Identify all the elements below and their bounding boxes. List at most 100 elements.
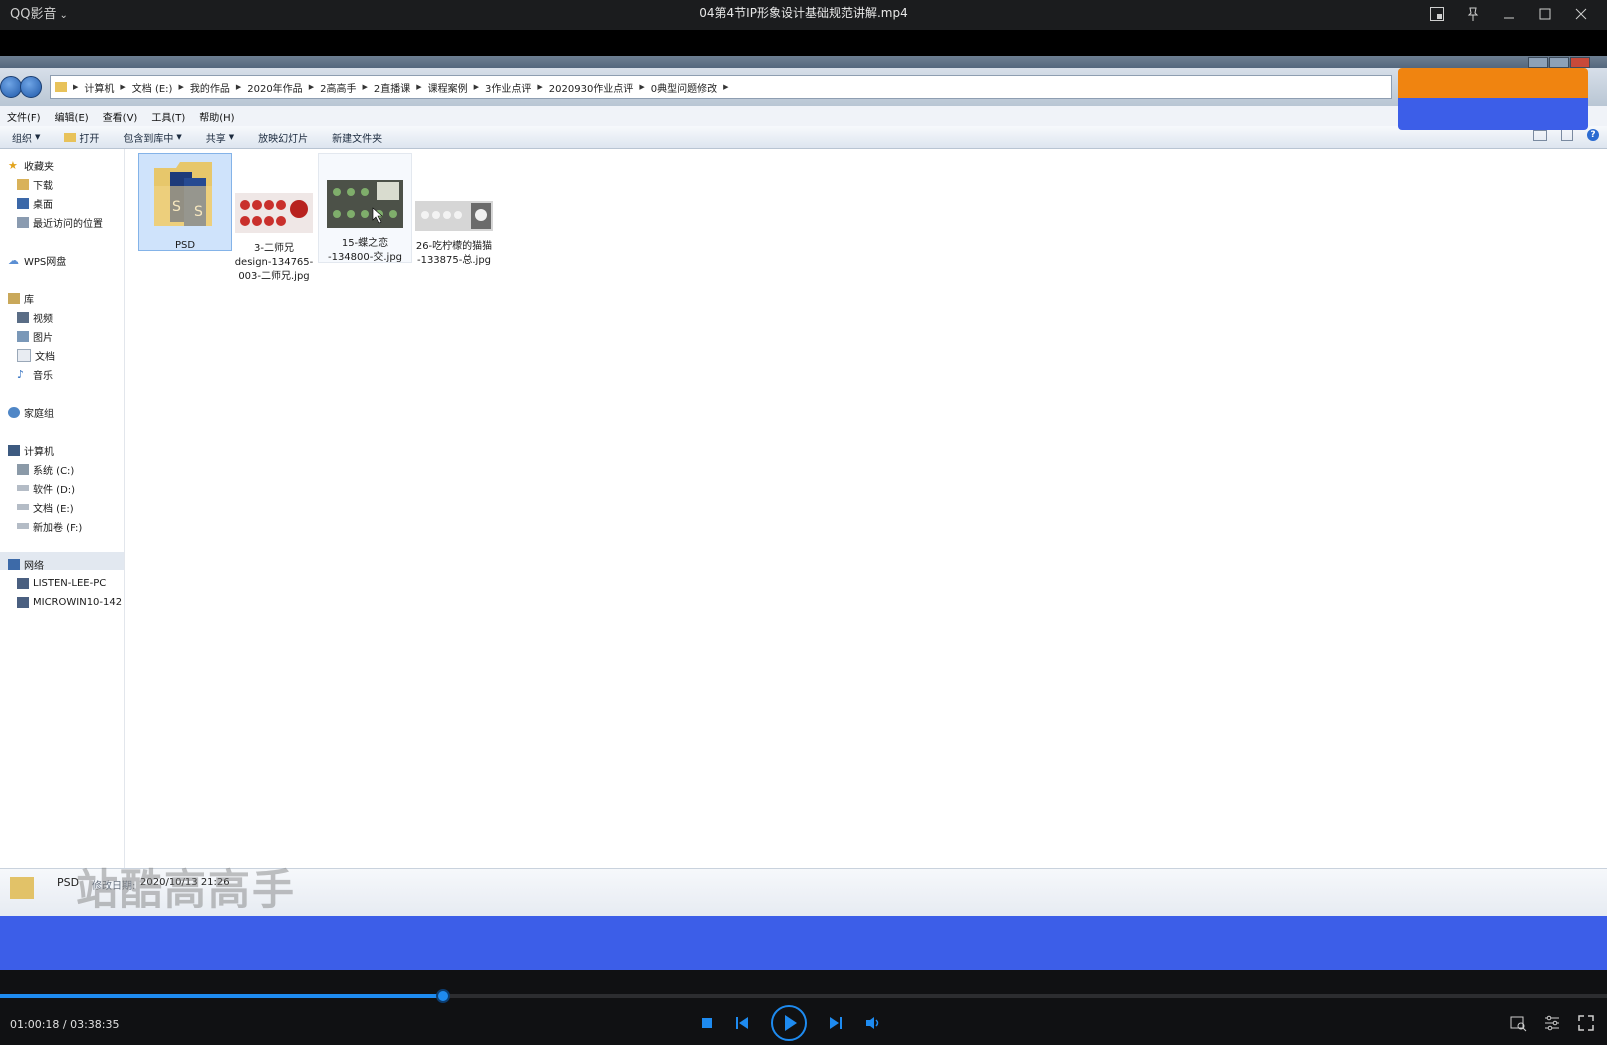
new-folder-button: 新建文件夹 xyxy=(320,130,394,145)
include-in-library-button: 包含到库中 ▼ xyxy=(111,130,193,145)
letterbox-top xyxy=(0,30,1607,56)
library-icon xyxy=(8,292,20,304)
stop-icon xyxy=(702,1018,712,1028)
overlay-blue-block xyxy=(1398,98,1588,130)
menu-help: 帮助(H) xyxy=(199,112,235,124)
dropdown-arrow-icon: ▼ xyxy=(176,133,182,141)
nav-pc-listen: LISTEN-LEE-PC xyxy=(17,575,106,591)
downloads-folder-icon xyxy=(17,178,29,190)
nav-drive-d: 软件 (D:) xyxy=(17,480,75,496)
breadcrumb-item: 课程案例 xyxy=(427,83,468,95)
breadcrumb-item: 3作业点评 xyxy=(485,83,532,95)
next-icon xyxy=(830,1017,842,1029)
volume-button[interactable] xyxy=(864,1015,882,1031)
network-computer-icon xyxy=(17,596,29,608)
explorer-menubar: 文件(F) 编辑(E) 查看(V) 工具(T) 帮助(H) xyxy=(0,106,1607,126)
settings-icon xyxy=(1545,1015,1559,1031)
nav-label: 家庭组 xyxy=(24,408,54,420)
nav-label: LISTEN-LEE-PC xyxy=(33,577,107,589)
dropdown-arrow-icon: ▼ xyxy=(228,133,235,141)
nav-pictures: 图片 xyxy=(17,328,53,344)
organize-label: 组织 xyxy=(12,133,32,145)
nav-label: 视频 xyxy=(33,313,53,325)
seek-handle[interactable] xyxy=(435,989,450,1003)
breadcrumb-item: 2高高手 xyxy=(320,83,357,95)
nav-label: WPS网盘 xyxy=(24,256,67,268)
share-label: 共享 xyxy=(205,133,226,145)
pin-icon xyxy=(1467,7,1479,21)
screenshot-icon xyxy=(1510,1016,1527,1032)
breadcrumb-item: 0典型问题修改 xyxy=(650,83,718,95)
file-item-jpg: 3-二师兄 design-134765- 003-二师兄.jpg xyxy=(228,193,320,284)
nav-drive-e: 文档 (E:) xyxy=(17,499,74,515)
open-button: 打开 xyxy=(52,130,111,145)
nav-drive-c: 系统 (C:) xyxy=(17,461,74,477)
organize-button: 组织 ▼ xyxy=(0,130,52,145)
breadcrumb-item: 2020年作品 xyxy=(247,83,303,95)
folder-icon xyxy=(55,82,67,92)
player-titlebar: QQ影音 ⌄ 04第4节IP形象设计基础规范讲解.mp4 xyxy=(0,0,1607,30)
seek-bar[interactable] xyxy=(0,989,1607,1003)
breadcrumb-item: 我的作品 xyxy=(189,83,230,95)
nav-recent: 最近访问的位置 xyxy=(17,214,103,230)
mini-mode-icon xyxy=(1430,7,1444,21)
fullscreen-icon xyxy=(1578,1015,1594,1031)
help-icon: ? xyxy=(1587,129,1599,141)
close-button[interactable] xyxy=(1563,2,1599,26)
nav-network: 网络 xyxy=(8,556,44,572)
play-button[interactable] xyxy=(770,1004,808,1042)
nav-label: 文档 xyxy=(35,351,55,363)
dropdown-arrow-icon: ▼ xyxy=(35,133,41,141)
fullscreen-button[interactable] xyxy=(1577,1014,1595,1032)
star-icon: ★ xyxy=(8,158,18,172)
menu-edit: 编辑(E) xyxy=(54,112,89,124)
maximize-icon xyxy=(1539,8,1551,20)
address-bar: ▶ 计算机 ▶ 文档 (E:) ▶ 我的作品 ▶ 2020年作品 ▶ 2高高手 ▶ 2直播… xyxy=(50,75,1392,99)
psd-folder-small-icon xyxy=(10,877,34,899)
nav-homegroup: 家庭组 xyxy=(8,404,54,420)
menu-tools: 工具(T) xyxy=(151,112,186,124)
breadcrumb-item: 计算机 xyxy=(84,83,115,95)
cloud-icon: ☁ xyxy=(8,253,19,267)
view-options-icon xyxy=(1533,129,1547,141)
drive-icon xyxy=(17,485,29,491)
next-button[interactable] xyxy=(828,1015,844,1031)
image-thumbnail xyxy=(415,201,493,231)
player-controls: 01:00:18 / 03:38:35 xyxy=(0,970,1607,1045)
overlay-blue-band xyxy=(0,916,1607,970)
share-button: 共享 ▼ xyxy=(194,130,246,145)
mini-mode-button[interactable] xyxy=(1419,2,1455,26)
nav-documents: 文档 xyxy=(17,347,55,363)
file-item-jpg: 26-吃柠檬的猫猫 -133875-总.jpg xyxy=(408,201,500,268)
minimize-button[interactable] xyxy=(1491,2,1527,26)
computer-icon xyxy=(8,444,20,456)
maximize-button[interactable] xyxy=(1527,2,1563,26)
explorer-toolbar: 组织 ▼ 打开 包含到库中 ▼ 共享 ▼ 放映幻灯片 新建文件夹 ? xyxy=(0,126,1607,149)
psd-folder-icon: S S xyxy=(154,162,212,226)
nav-label: 网络 xyxy=(24,560,44,572)
drive-icon xyxy=(17,523,29,529)
nav-label: 计算机 xyxy=(24,446,54,458)
previous-button[interactable] xyxy=(734,1015,750,1031)
file-item-psd-folder: S S PSD xyxy=(138,153,232,251)
breadcrumb-item: 2直播课 xyxy=(373,83,411,95)
nav-label: 收藏夹 xyxy=(24,161,54,173)
file-name-line: 003-二师兄.jpg xyxy=(238,271,310,282)
nav-label: 新加卷 (F:) xyxy=(33,522,83,534)
stop-button[interactable] xyxy=(700,1016,714,1030)
nav-libraries: 库 xyxy=(8,290,34,306)
breadcrumb-item: 文档 (E:) xyxy=(131,83,173,95)
explorer-file-area: S S PSD 3-二师兄 design-134765- 003-二师兄.jpg xyxy=(125,149,1607,869)
explorer-window-frame xyxy=(0,56,1607,68)
explorer-address-row: ▶ 计算机 ▶ 文档 (E:) ▶ 我的作品 ▶ 2020年作品 ▶ 2高高手 ▶ 2直播… xyxy=(0,68,1607,107)
nav-label: MICROWIN10-142 xyxy=(33,596,123,608)
volume-icon xyxy=(866,1017,879,1029)
video-frame[interactable]: ▶ 计算机 ▶ 文档 (E:) ▶ 我的作品 ▶ 2020年作品 ▶ 2高高手 ▶ 2直播… xyxy=(0,56,1607,916)
screenshot-button[interactable] xyxy=(1509,1014,1527,1032)
menu-file: 文件(F) xyxy=(7,112,41,124)
nav-downloads: 下载 xyxy=(17,176,53,192)
file-name: PSD xyxy=(174,240,196,251)
settings-button[interactable] xyxy=(1543,1014,1561,1032)
pin-button[interactable] xyxy=(1455,2,1491,26)
minimize-icon xyxy=(1504,17,1514,19)
